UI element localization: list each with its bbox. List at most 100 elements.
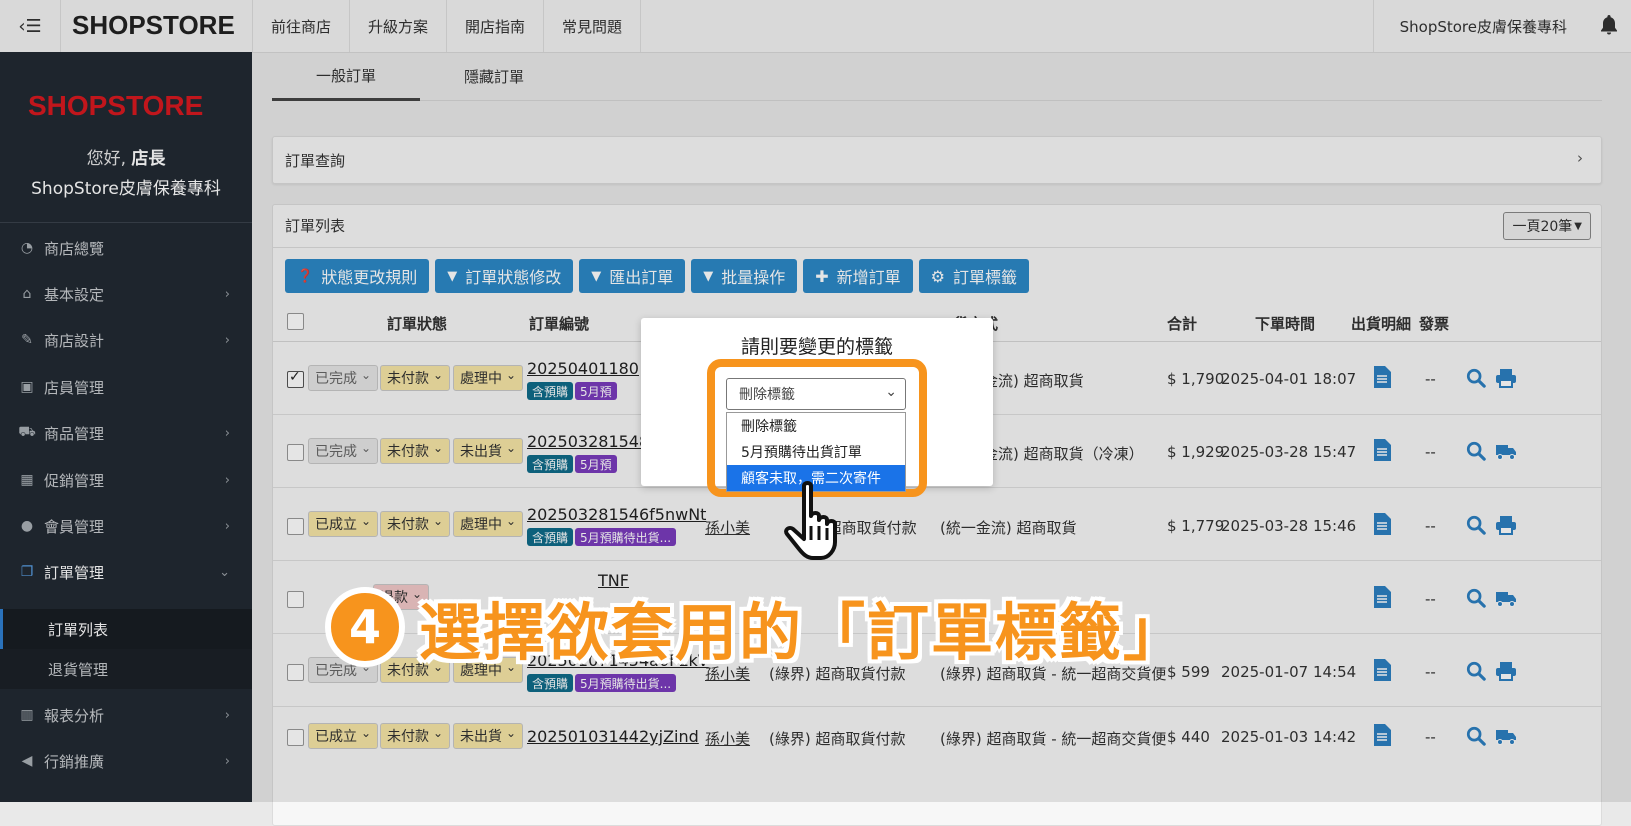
truck-icon[interactable] [1495,588,1517,608]
shipping-method: (綠界) 超商取貨 - 統一超商交貨便 [940,730,1167,748]
sidebar-subitem-order-list[interactable]: 訂單列表 [0,609,252,649]
sidebar-item-marketing[interactable]: ◀ 行銷推廣 › [0,738,252,784]
search-icon[interactable] [1465,515,1487,535]
search-icon[interactable] [1465,588,1487,608]
users-icon: ● [20,518,34,534]
buyer-link[interactable]: 孫小美 [705,517,750,538]
sidebar-item-basic-settings[interactable]: ⌂ 基本設定 › [0,271,252,317]
select-all-checkbox[interactable] [287,313,304,330]
nav-faq[interactable]: 常見問題 [543,0,642,52]
order-status-select[interactable]: 已成立 [308,723,379,749]
order-tags-button[interactable]: ⚙ 訂單標籤 [918,259,1030,293]
tag-option-delete[interactable]: 刪除標籤 [727,413,905,439]
col-total: 合計 [1167,315,1198,333]
shop-name-top[interactable]: ShopStore皮膚保養專科 [1372,0,1567,52]
shipping-status-select[interactable]: 未出貨 [453,438,524,464]
table-row[interactable]: 已成立 未付款 未出貨 202501031442yjZind 孫小美 (綠界) … [273,707,1601,779]
print-icon[interactable] [1495,368,1517,388]
tag-select[interactable]: 刪除標籤 ⌄ [726,378,906,410]
document-icon[interactable] [1373,659,1391,681]
sidebar-item-orders[interactable]: ❐ 訂單管理 ⌄ [0,549,252,595]
print-icon[interactable] [1495,515,1517,535]
order-status-select[interactable]: 已成立 [308,511,379,537]
sidebar-divider [0,222,252,223]
document-icon[interactable] [1373,513,1391,535]
tab-normal-orders[interactable]: 一般訂單 [272,52,420,101]
order-total: $ 440 [1167,728,1210,746]
greeting-name: 店長 [131,149,166,169]
sidebar-item-label: 報表分析 [44,706,105,725]
invoice-value: -- [1425,517,1436,535]
sidebar-item-reports[interactable]: ▥ 報表分析 › [0,692,252,738]
table-row[interactable]: 已成立 未付款 處理中 202503281546f5nwNt 含預購 5月預購待… [273,488,1601,561]
export-orders-button[interactable]: ▼ 匯出訂單 [579,259,686,293]
sidebar-item-members[interactable]: ● 會員管理 › [0,503,252,549]
sidebar-subitem-returns[interactable]: 退貨管理 [0,649,252,689]
order-number-link[interactable]: 202503281546f5nwNt [527,505,706,524]
add-order-button[interactable]: ✚ 新增訂單 [803,259,913,293]
order-total: $ 1,790 [1167,370,1225,388]
payment-status-select[interactable]: 未付款 [380,723,451,749]
order-number-link[interactable]: 20250401180 [527,359,639,378]
order-time: 2025-04-01 18:07 [1221,370,1357,388]
payment-status-select[interactable]: 未付款 [380,511,451,537]
document-icon[interactable] [1373,586,1391,608]
menu-collapse-icon[interactable]: ‹☰ [0,0,61,52]
order-query-panel[interactable]: 訂單查詢 › [272,136,1602,184]
row-checkbox[interactable] [287,591,304,608]
order-toolbar: ❓ 狀態更改規則 ▼ 訂單狀態修改 ▼ 匯出訂單 ▼ 批量操作 ✚ 新增訂單 ⚙ 訂單標籤 [285,259,1030,293]
nav-guide[interactable]: 開店指南 [446,0,543,52]
row-checkbox[interactable] [287,369,304,388]
search-icon[interactable] [1465,661,1487,681]
document-icon[interactable] [1373,439,1391,461]
order-number-link[interactable]: 202501031442yjZind [527,727,699,746]
order-list-title: 訂單列表 [285,217,346,235]
row-checkbox[interactable] [287,664,304,681]
document-icon[interactable] [1373,366,1391,388]
row-checkbox[interactable] [287,518,304,535]
button-label: 新增訂單 [836,268,901,287]
nav-upgrade[interactable]: 升級方案 [349,0,446,52]
shipping-status-select[interactable]: 處理中 [453,511,524,537]
question-circle-icon: ❓ [297,268,314,284]
sidebar-item-label: 促銷管理 [44,471,105,490]
sidebar-item-products[interactable]: ⛟ 商品管理 › [0,410,252,456]
row-checkbox[interactable] [287,444,304,461]
search-icon[interactable] [1465,368,1487,388]
preorder-badge: 含預購 [527,528,574,546]
chevron-down-icon: ⌄ [219,564,230,580]
bell-icon[interactable] [1599,14,1619,36]
truck-icon[interactable] [1495,726,1517,746]
tab-hidden-orders[interactable]: 隱藏訂單 [420,52,568,100]
sidebar-item-label: 商店設計 [44,331,105,350]
buyer-link[interactable]: 孫小美 [705,728,750,749]
shipping-status-select[interactable]: 處理中 [453,365,524,391]
payment-status-select[interactable]: 未付款 [380,365,451,391]
status-rules-button[interactable]: ❓ 狀態更改規則 [285,259,430,293]
status-edit-button[interactable]: ▼ 訂單狀態修改 [435,259,574,293]
batch-operation-button[interactable]: ▼ 批量操作 [691,259,798,293]
order-status-select[interactable]: 已完成 [308,438,379,464]
sidebar-logo: SHOPSTORE [28,90,204,121]
print-icon[interactable] [1495,661,1517,681]
search-icon[interactable] [1465,441,1487,461]
top-logo[interactable]: SHOPSTORE [72,10,235,41]
sidebar-item-promotions[interactable]: ▦ 促銷管理 › [0,457,252,503]
search-icon[interactable] [1465,726,1487,746]
order-number-link[interactable]: 202503281548 [527,432,649,451]
sidebar-item-store-design[interactable]: ✎ 商店設計 › [0,317,252,363]
sidebar-item-overview[interactable]: ◔ 商店總覽 [0,225,252,271]
nav-visit-store[interactable]: 前往商店 [252,0,349,52]
shipping-status-select[interactable]: 未出貨 [453,723,524,749]
chevron-right-icon[interactable]: › [1577,149,1583,167]
truck-icon[interactable] [1495,441,1517,461]
caret-down-icon: ▼ [447,268,458,284]
per-page-select[interactable]: 一頁20筆 ▼ [1503,212,1591,240]
sidebar-item-staff[interactable]: ▣ 店員管理 [0,364,252,410]
order-status-select[interactable]: 已完成 [308,365,379,391]
payment-status-select[interactable]: 未付款 [380,438,451,464]
order-time: 2025-01-03 14:42 [1221,728,1357,746]
row-checkbox[interactable] [287,729,304,746]
document-icon[interactable] [1373,724,1391,746]
tag-option-preorder[interactable]: 5月預購待出貨訂單 [727,439,905,465]
